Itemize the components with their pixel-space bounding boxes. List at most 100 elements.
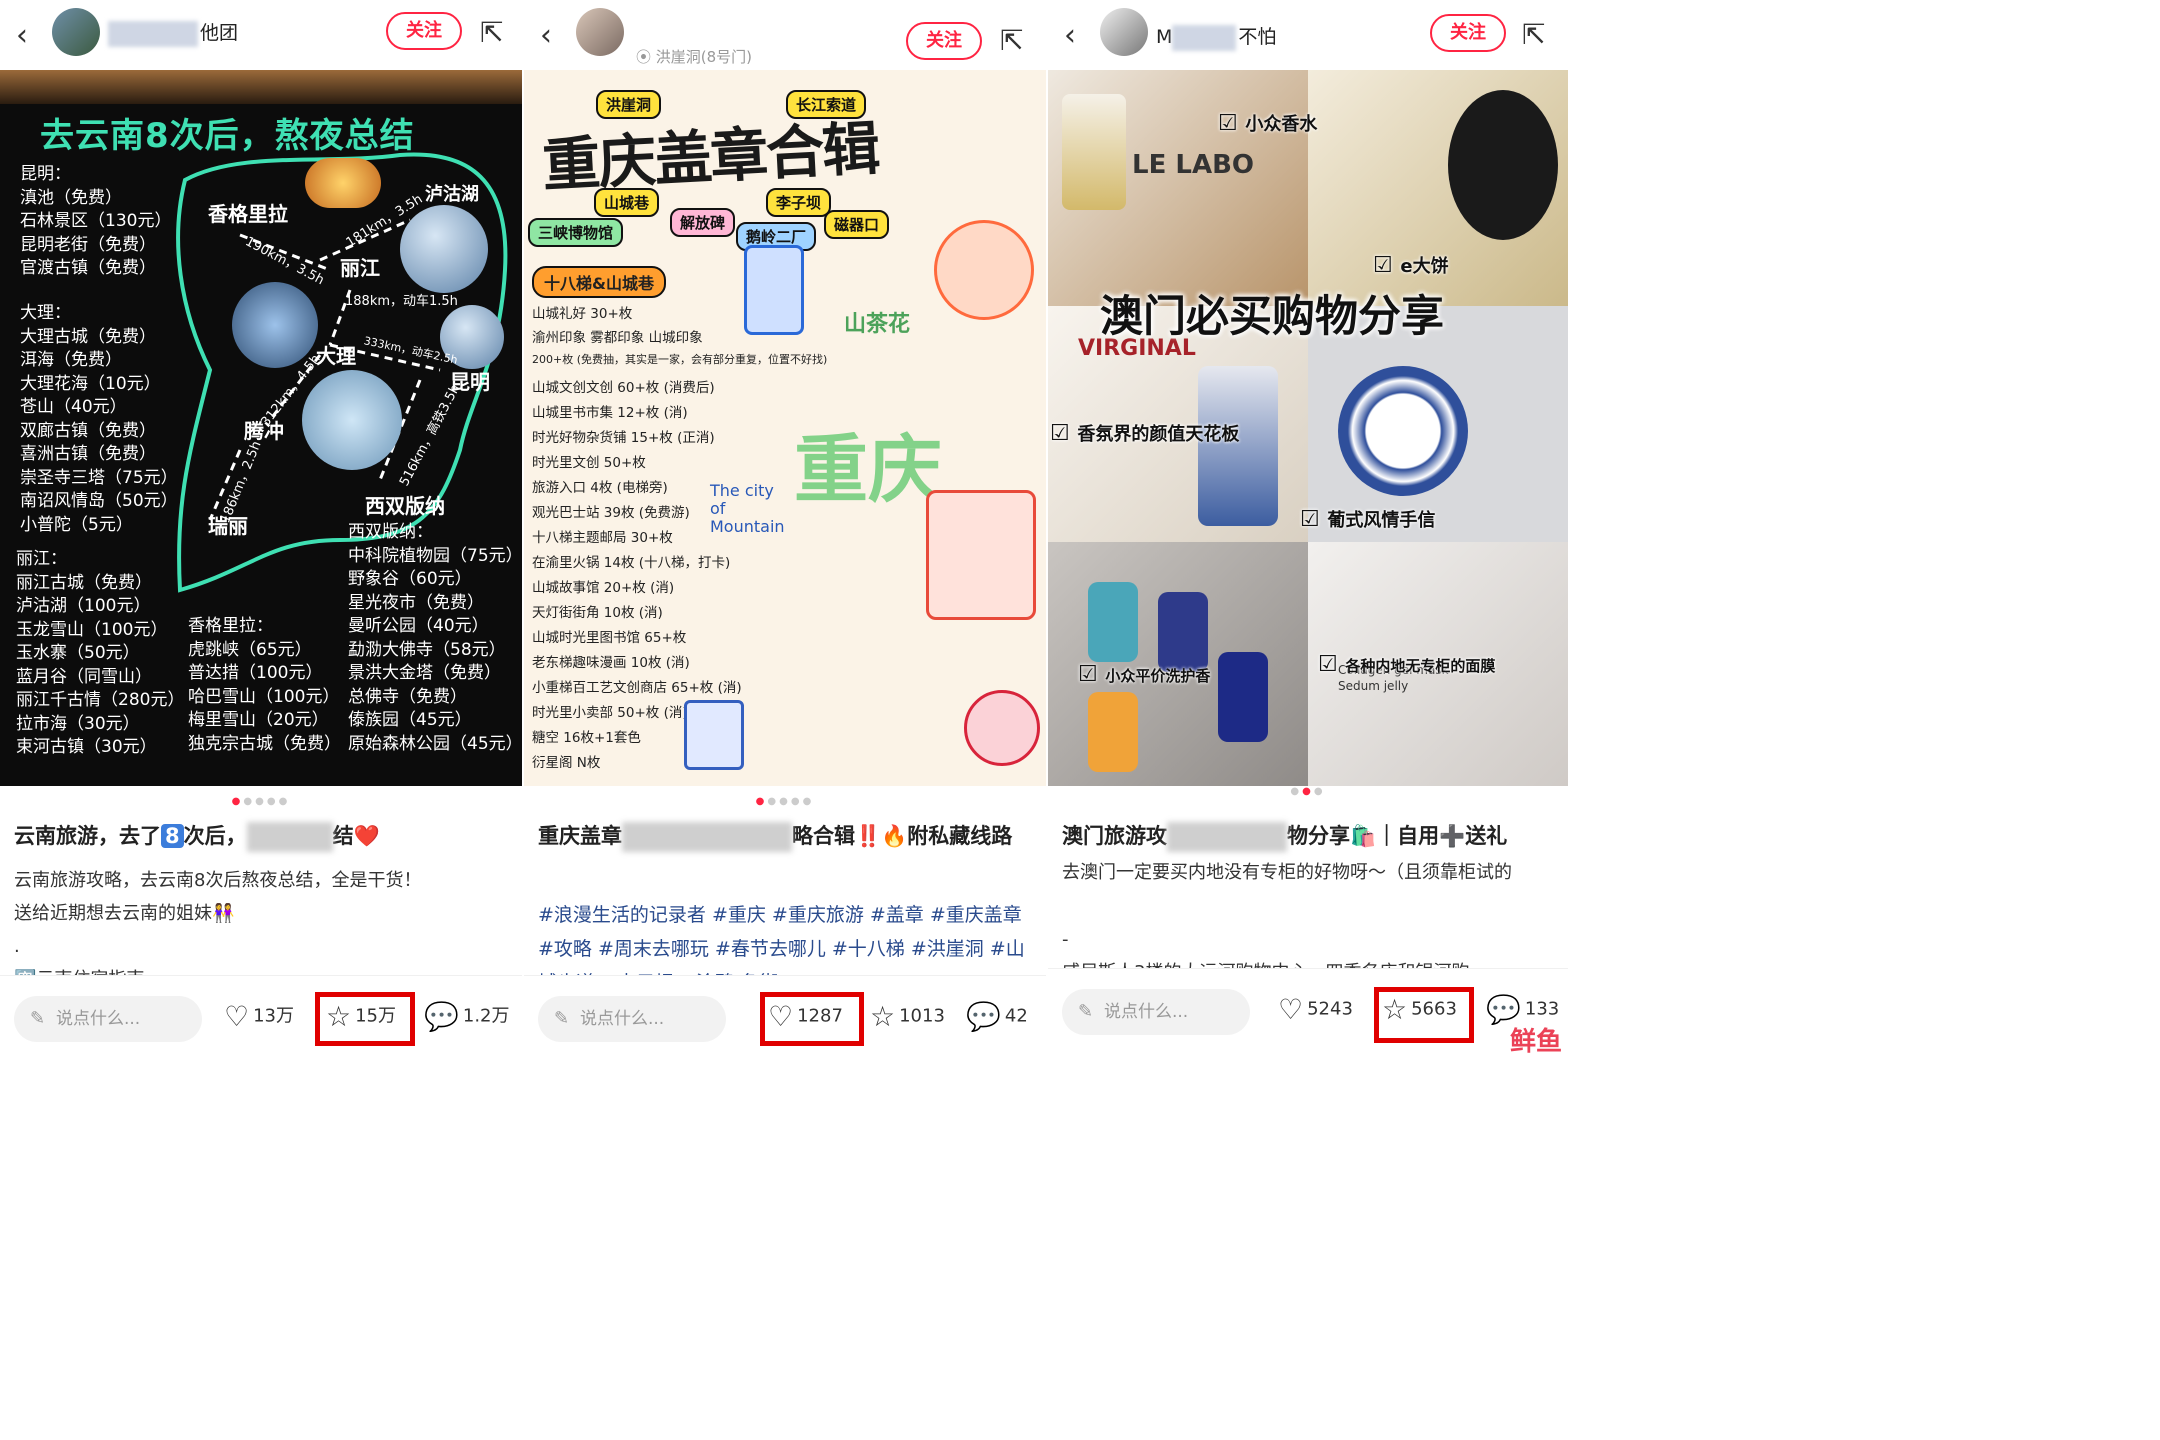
cover-image[interactable]: 去云南8次后，熬夜总结 昆明： 滇池（免费） 石林景区（130元） 昆明老街（免… bbox=[0, 70, 522, 786]
cover-image[interactable]: 洪崖洞 长江索道 重庆盖章合辑 山城巷 解放碑 李子坝 三峡博物馆 鹅岭二厂 磁… bbox=[524, 70, 1046, 786]
bottle-graphic bbox=[1088, 582, 1138, 662]
share-icon[interactable]: ⇱ bbox=[1522, 18, 1545, 51]
stamp-row: 山城里书市集 12+枚 (消) bbox=[532, 405, 688, 421]
post-panel-macau: ‹ M 不怕 关注 ⇱ LE LABO VIRGINAL Collagen ge… bbox=[1048, 0, 1568, 1063]
back-icon[interactable]: ‹ bbox=[540, 18, 552, 53]
cover-tag: 山城巷 bbox=[594, 188, 660, 217]
photo-circle-lugu bbox=[400, 205, 488, 293]
list-lijiang: 丽江： 丽江古城（免费） 泸沽湖（100元） 玉龙雪山（100元） 玉水寨（50… bbox=[16, 549, 185, 757]
collect-count: 1013 bbox=[899, 1005, 945, 1027]
mountain-label: The city of Mountain bbox=[710, 481, 785, 536]
stamp-row: 小重梯百工艺文创商店 65+枚 (消) bbox=[532, 680, 742, 696]
stamp-row: 在渝里火锅 14枚 (十八梯，打卡) bbox=[532, 555, 731, 571]
comment-icon: 💬 bbox=[424, 1000, 459, 1033]
cover-image[interactable]: LE LABO VIRGINAL Collagen gel mask Sedum… bbox=[1048, 70, 1568, 786]
brand-text: LE LABO bbox=[1132, 150, 1254, 180]
back-icon[interactable]: ‹ bbox=[16, 18, 28, 53]
cover-tag: 李子坝 bbox=[766, 188, 832, 217]
cover-title: 澳门必买购物分享 bbox=[1100, 292, 1444, 342]
post-header: ‹ M 不怕 关注 ⇱ bbox=[1048, 0, 1568, 70]
list-shangrila: 香格里拉： 虎跳峡（65元） 普达措（100元） 哈巴雪山（100元） 梅里雪山… bbox=[188, 616, 341, 754]
comment-input[interactable]: 说点什么... bbox=[538, 996, 726, 1042]
watermark: 鲜鱼 bbox=[1510, 1027, 1563, 1057]
like-count: 13万 bbox=[253, 1005, 295, 1027]
stamp-row: 山城文创文创 60+枚 (消费后) bbox=[532, 380, 715, 396]
bottom-action-bar: 说点什么... ♡13万 ☆15万 💬1.2万 bbox=[0, 975, 522, 1063]
share-icon[interactable]: ⇱ bbox=[1000, 24, 1023, 57]
camellia-label: 山茶花 bbox=[844, 312, 911, 337]
like-count: 5243 bbox=[1307, 998, 1353, 1020]
plate-graphic bbox=[1338, 366, 1468, 496]
follow-button[interactable]: 关注 bbox=[906, 22, 982, 60]
highlight-box bbox=[760, 992, 864, 1046]
post-header: ‹ 他团 关注 ⇱ bbox=[0, 0, 522, 70]
bottle-graphic bbox=[1158, 592, 1208, 672]
title-start: 云南旅游，去了 bbox=[14, 824, 161, 848]
comment-count: 1.2万 bbox=[462, 1005, 510, 1027]
back-icon[interactable]: ‹ bbox=[1064, 18, 1076, 53]
photo-perfume: LE LABO bbox=[1048, 70, 1308, 306]
bottom-action-bar: 说点什么... ♡5243 ☆5663 💬133 鲜鱼 bbox=[1048, 968, 1568, 1063]
bottle-graphic bbox=[1088, 692, 1138, 772]
title-end: 结❤️ bbox=[332, 824, 380, 848]
blurred-text bbox=[246, 822, 333, 852]
collect-button[interactable]: ☆ 1013 bbox=[870, 1000, 945, 1033]
blurred-text bbox=[1167, 822, 1287, 852]
follow-button[interactable]: 关注 bbox=[1430, 14, 1506, 52]
stamp-row: 十八梯主题邮局 30+枚 bbox=[532, 530, 673, 546]
cover-label: 各种内地无专柜的面膜 bbox=[1318, 652, 1495, 677]
avatar[interactable] bbox=[52, 8, 100, 56]
stamp-row: 山城时光里图书馆 65+枚 bbox=[532, 630, 687, 646]
stamp-row: 渝州印象 雾都印象 山城印象 bbox=[532, 330, 703, 346]
post-desc-line: 去澳门一定要买内地没有专柜的好物呀～（且须靠柜试的 bbox=[1062, 862, 1512, 883]
share-icon[interactable]: ⇱ bbox=[480, 16, 503, 49]
post-header: ‹ ⦿ 洪崖洞(8号门) 关注 ⇱ bbox=[524, 0, 1046, 70]
list-xishuangbanna: 西双版纳： 中科院植物园（75元） 野象谷（60元） 星光夜市（免费） 曼听公园… bbox=[348, 522, 522, 754]
avatar[interactable] bbox=[1100, 8, 1148, 56]
bottle-graphic bbox=[1198, 366, 1278, 526]
post-desc-line: 送给近期想去云南的姐妹👭 bbox=[14, 903, 235, 924]
post-panel-chongqing: ‹ ⦿ 洪崖洞(8号门) 关注 ⇱ 洪崖洞 长江索道 重庆盖章合辑 山城巷 解放… bbox=[524, 0, 1046, 1063]
comment-input[interactable]: 说点什么... bbox=[14, 996, 202, 1042]
post-title: 重庆盖章 略合辑‼️🔥附私藏线路 bbox=[538, 818, 1036, 854]
post-title: 澳门旅游攻 物分享🛍️｜自用➕送礼 bbox=[1062, 818, 1558, 854]
username[interactable]: 他团 bbox=[108, 18, 238, 47]
stamp-row: 时光好物杂货铺 15+枚 (正消) bbox=[532, 430, 715, 446]
perfume-bottle bbox=[1062, 94, 1126, 210]
distance-label: 188km，动车1.5h bbox=[345, 294, 458, 309]
cover-tag: 磁器口 bbox=[824, 210, 890, 239]
like-button[interactable]: ♡ 5243 bbox=[1278, 993, 1353, 1026]
avatar[interactable] bbox=[576, 8, 624, 56]
location-tag[interactable]: ⦿ 洪崖洞(8号门) bbox=[636, 46, 752, 67]
like-button[interactable]: ♡ 13万 bbox=[224, 1000, 294, 1033]
stamp-row: 200+枚 (免费抽，其实是一家，会有部分重复，位置不好找) bbox=[532, 353, 828, 366]
blurred-name bbox=[108, 20, 198, 47]
title-start: 澳门旅游攻 bbox=[1062, 824, 1167, 848]
heart-icon: ♡ bbox=[224, 1000, 250, 1033]
screenshot: ‹ 他团 关注 ⇱ 去云南8次后，熬夜总结 昆明： 滇池（免费） 石林景区（13… bbox=[0, 0, 1568, 1063]
photo-circle-tengchong bbox=[302, 370, 402, 470]
cover-label: e大饼 bbox=[1373, 252, 1448, 278]
section-title: 十八梯&山城巷 bbox=[532, 266, 666, 298]
stamp-row: 山城故事馆 20+枚 (消) bbox=[532, 580, 675, 596]
stamp-row: 时光里文创 50+枚 bbox=[532, 455, 646, 471]
stamp-graphic bbox=[926, 490, 1036, 620]
post-desc-line: 云南旅游攻略，去云南8次后熬夜总结，全是干货！ bbox=[14, 870, 422, 891]
highlight-box bbox=[1374, 987, 1474, 1043]
comment-button[interactable]: 💬 1.2万 bbox=[424, 1000, 510, 1033]
stamp-row: 糖空 16枚+1套色 bbox=[532, 730, 641, 746]
comment-button[interactable]: 💬 42 bbox=[966, 1000, 1028, 1033]
photo-circle-shangrila bbox=[305, 158, 381, 208]
comment-input[interactable]: 说点什么... bbox=[1062, 989, 1250, 1035]
stamp-graphic bbox=[684, 700, 744, 770]
post-desc-line: . bbox=[14, 936, 20, 957]
username-prefix: M bbox=[1156, 26, 1173, 48]
follow-button[interactable]: 关注 bbox=[386, 12, 462, 50]
city-label: 泸沽湖 bbox=[425, 184, 479, 205]
dark-case bbox=[1448, 90, 1558, 240]
big-characters: 重庆 bbox=[794, 427, 942, 513]
title-start: 重庆盖章 bbox=[538, 824, 622, 848]
heart-icon: ♡ bbox=[1278, 993, 1304, 1026]
username[interactable]: M 不怕 bbox=[1156, 22, 1276, 51]
stamp-row: 旅游入口 4枚 (电梯旁) bbox=[532, 480, 668, 496]
